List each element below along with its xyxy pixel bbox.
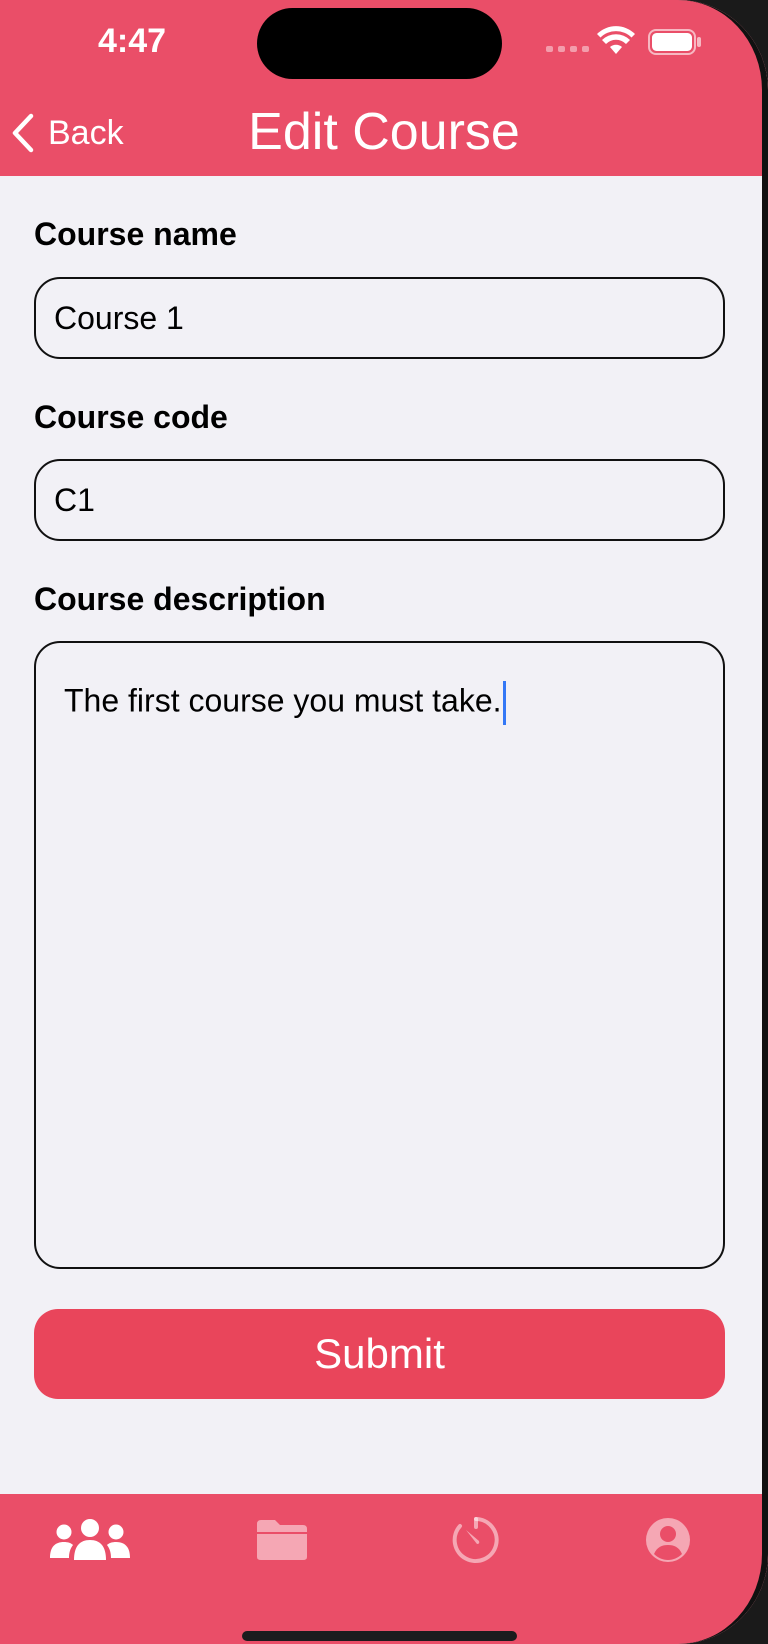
profile-icon [646, 1518, 690, 1562]
course-code-label: Course code [34, 399, 228, 435]
course-name-field[interactable]: Course 1 [34, 277, 725, 359]
battery-icon [648, 29, 701, 55]
status-time: 4:47 [98, 22, 167, 60]
submit-button[interactable]: Submit [34, 1309, 725, 1399]
tab-files[interactable] [232, 1508, 332, 1572]
course-description-value: The first course you must take. [64, 682, 502, 719]
tab-courses[interactable] [40, 1508, 140, 1572]
course-name-value: Course 1 [54, 299, 184, 336]
text-cursor [502, 681, 506, 725]
navigation-header: 4:47 Back Edit Course [0, 0, 768, 176]
page-title: Edit Course [248, 103, 520, 161]
course-description-label: Course description [34, 581, 326, 617]
tab-bar [0, 1494, 768, 1644]
course-description-textarea[interactable]: The first course you must take. [34, 641, 725, 1269]
folder-icon [257, 1520, 307, 1560]
tab-profile[interactable] [618, 1508, 718, 1572]
course-code-field[interactable]: C1 [34, 459, 725, 541]
dynamic-island [257, 8, 502, 79]
course-name-label: Course name [34, 216, 237, 252]
timer-icon [452, 1517, 499, 1563]
app-screen: 4:47 Back Edit Course Course name Course… [0, 0, 768, 1644]
wifi-icon [597, 26, 635, 54]
tab-timer[interactable] [426, 1508, 526, 1572]
course-code-value: C1 [54, 481, 95, 518]
home-indicator [242, 1631, 517, 1641]
cellular-signal-icon [546, 46, 589, 52]
people-icon [50, 1519, 130, 1560]
